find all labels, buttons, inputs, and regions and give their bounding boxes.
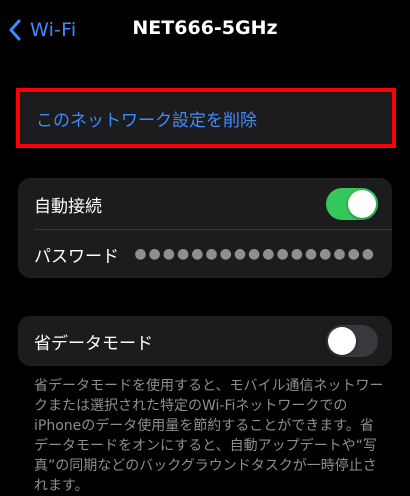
network-settings-group: 自動接続 パスワード ●●●●●●●●●●●●●●●●● [18, 178, 392, 278]
auto-join-label: 自動接続 [34, 196, 102, 217]
forget-network-label: このネットワーク設定を削除 [36, 110, 257, 131]
toggle-knob [328, 327, 356, 355]
password-value: ●●●●●●●●●●●●●●●●● [134, 246, 376, 262]
password-label: パスワード [34, 246, 119, 267]
forget-network-button[interactable]: このネットワーク設定を削除 [20, 92, 392, 144]
forget-network-highlight: このネットワーク設定を削除 [16, 88, 396, 148]
password-row[interactable]: パスワード ●●●●●●●●●●●●●●●●● [18, 230, 392, 278]
low-data-description: 省データモードを使用すると、モバイル通信ネットワークまたは選択された特定のWi-… [34, 378, 384, 494]
navigation-bar: Wi-Fi NET666-5GHz [0, 0, 410, 60]
low-data-label: 省データモード [34, 333, 153, 354]
page-title: NET666-5GHz [132, 17, 278, 39]
toggle-knob [348, 190, 376, 218]
auto-join-toggle[interactable] [326, 188, 378, 220]
auto-join-row: 自動接続 [18, 178, 392, 230]
low-data-toggle[interactable] [326, 325, 378, 357]
low-data-row: 省データモード [18, 316, 392, 366]
low-data-group: 省データモード [18, 316, 392, 366]
